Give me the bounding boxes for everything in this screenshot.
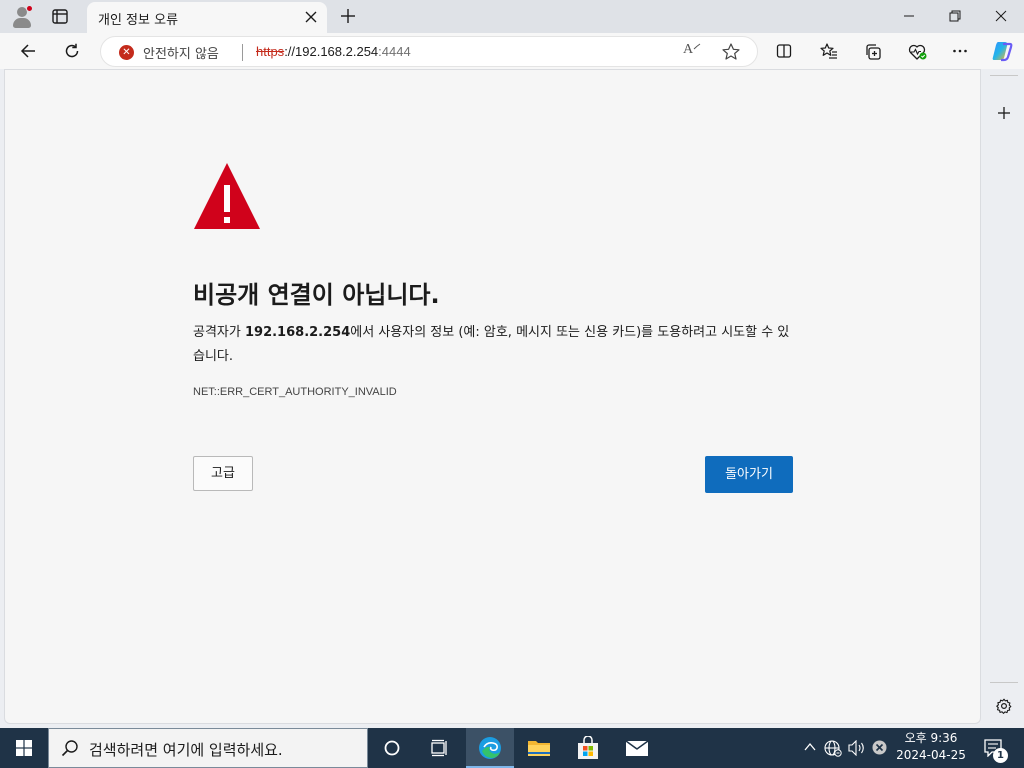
more-dots-icon xyxy=(953,49,967,53)
security-status-label[interactable]: 안전하지 않음 xyxy=(143,43,219,62)
plus-icon xyxy=(341,9,355,23)
url-port: :4444 xyxy=(378,44,411,59)
tab-strip: 개인 정보 오류 xyxy=(0,0,1024,33)
copilot-button[interactable] xyxy=(987,35,1017,67)
read-aloud-icon: A xyxy=(683,42,694,57)
tab-actions-icon xyxy=(52,9,68,24)
gear-icon xyxy=(996,698,1012,714)
address-separator xyxy=(242,44,243,61)
favorite-star-button[interactable] xyxy=(721,42,743,62)
cortana-button[interactable] xyxy=(368,728,416,768)
restore-button[interactable] xyxy=(932,0,978,33)
cortana-circle-icon xyxy=(384,740,400,756)
copilot-icon xyxy=(992,42,1013,62)
taskbar-search-box[interactable]: 검색하려면 여기에 입력하세요. xyxy=(48,728,368,768)
navigation-bar: ✕ 안전하지 않음 https://192.168.2.254:4444 A xyxy=(0,33,1024,69)
error-description-before: 공격자가 xyxy=(193,325,245,340)
close-window-button[interactable] xyxy=(978,0,1024,33)
profile-body xyxy=(13,18,31,28)
minimize-icon xyxy=(904,15,914,17)
folder-icon xyxy=(528,741,550,756)
volume-icon[interactable] xyxy=(848,740,866,756)
profile-notification-dot xyxy=(26,5,33,12)
mail-taskbar-app[interactable] xyxy=(613,728,661,768)
refresh-icon xyxy=(65,43,79,58)
taskbar: 검색하려면 여기에 입력하세요. 오후 9:36 2024-04-25 1 xyxy=(0,728,1024,768)
read-aloud-button[interactable]: A xyxy=(680,42,702,62)
minimize-button[interactable] xyxy=(886,0,932,33)
close-window-icon xyxy=(995,10,1007,22)
notification-count-badge: 1 xyxy=(993,748,1008,763)
url-host: ://192.168.2.254 xyxy=(284,44,379,59)
clock-time: 오후 9:36 xyxy=(904,731,958,745)
start-button[interactable] xyxy=(0,728,48,768)
collections-icon xyxy=(866,44,881,60)
tray-error-icon[interactable] xyxy=(872,740,887,755)
settings-more-button[interactable] xyxy=(945,37,975,65)
refresh-button[interactable] xyxy=(57,37,87,65)
error-host: 192.168.2.254 xyxy=(244,325,351,340)
sidebar-add-button[interactable] xyxy=(991,100,1017,126)
error-description: 공격자가 192.168.2.254에서 사용자의 정보 (예: 암호, 메시지… xyxy=(193,321,798,369)
split-screen-icon xyxy=(776,44,792,58)
taskbar-clock[interactable]: 오후 9:36 2024-04-25 xyxy=(893,730,969,764)
taskbar-search-placeholder: 검색하려면 여기에 입력하세요. xyxy=(89,741,283,759)
url-text[interactable]: https://192.168.2.254:4444 xyxy=(256,44,411,59)
back-button[interactable] xyxy=(13,37,43,65)
edge-icon xyxy=(479,737,501,759)
file-explorer-taskbar-app[interactable] xyxy=(515,728,563,768)
sidebar-settings-button[interactable] xyxy=(991,693,1017,719)
search-icon xyxy=(61,740,78,757)
read-aloud-waves-icon xyxy=(693,43,701,50)
browser-essentials-button[interactable] xyxy=(901,37,931,65)
error-code[interactable]: NET::ERR_CERT_AUTHORITY_INVALID xyxy=(193,386,397,398)
address-bar[interactable]: ✕ 안전하지 않음 https://192.168.2.254:4444 A xyxy=(100,36,758,67)
notification-center-button[interactable]: 1 xyxy=(980,728,1020,768)
tray-chevron-up-icon[interactable] xyxy=(804,742,816,752)
microsoft-store-taskbar-app[interactable] xyxy=(564,728,612,768)
collections-button[interactable] xyxy=(857,37,887,65)
favorites-list-icon xyxy=(820,43,837,59)
restore-icon xyxy=(949,10,961,22)
mail-icon xyxy=(625,740,649,756)
edge-sidebar xyxy=(984,69,1024,724)
sidebar-divider-bottom xyxy=(990,682,1018,683)
favorites-button[interactable] xyxy=(813,37,843,65)
windows-logo-icon xyxy=(16,740,32,756)
network-globe-icon[interactable] xyxy=(824,739,842,757)
error-title: 비공개 연결이 아닙니다. xyxy=(193,281,440,309)
edge-taskbar-app[interactable] xyxy=(466,728,514,768)
tab-title: 개인 정보 오류 xyxy=(98,13,179,28)
warning-triangle-icon xyxy=(194,163,260,229)
tab-close-button[interactable] xyxy=(300,6,322,28)
task-view-icon xyxy=(431,739,447,757)
split-screen-button[interactable] xyxy=(769,37,799,65)
task-view-button[interactable] xyxy=(416,728,464,768)
heart-pulse-icon xyxy=(908,44,927,60)
store-bag-icon xyxy=(578,736,598,759)
url-scheme: https xyxy=(256,44,285,59)
tab-actions-button[interactable] xyxy=(46,6,74,28)
profile-avatar[interactable] xyxy=(9,4,35,30)
back-arrow-icon xyxy=(20,44,35,58)
not-secure-icon[interactable]: ✕ xyxy=(119,45,134,60)
sidebar-divider-top xyxy=(990,75,1018,76)
new-tab-button[interactable] xyxy=(336,4,360,28)
page-content: 비공개 연결이 아닙니다. 공격자가 192.168.2.254에서 사용자의 … xyxy=(4,69,981,724)
star-icon xyxy=(722,43,740,60)
clock-date: 2024-04-25 xyxy=(896,748,966,762)
go-back-button[interactable]: 돌아가기 xyxy=(705,456,793,493)
advanced-button[interactable]: 고급 xyxy=(193,456,253,491)
tab-active[interactable]: 개인 정보 오류 xyxy=(87,2,327,33)
plus-icon xyxy=(998,107,1010,119)
close-icon xyxy=(305,11,317,23)
